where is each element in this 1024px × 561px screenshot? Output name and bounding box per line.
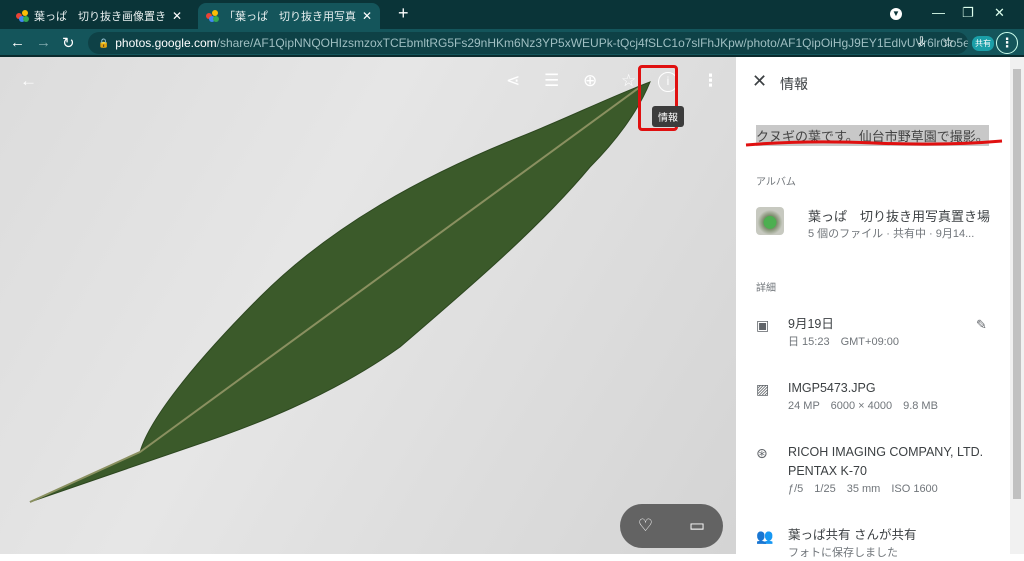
menu-icon[interactable]: ⋮ [996,32,1018,54]
action-pill: ♡ ▭ [620,504,723,548]
close-tab-icon[interactable]: ✕ [172,9,182,23]
info-tooltip: 情報 [652,106,684,127]
lock-icon: 🔒 [98,37,110,48]
shared-row: 👥 葉っぱ共有 さんが共有 フォトに保存しました [756,526,916,561]
camera-row: ⊛ RICOH IMAGING COMPANY, LTD. PENTAX K-7… [756,443,983,497]
shared-by: 葉っぱ共有 さんが共有 [788,528,917,542]
leaf-photo [29,81,651,503]
back-icon[interactable]: ← [10,34,25,51]
filename: IMGP5473.JPG [788,381,876,395]
album-name: 葉っぱ 切り抜き用写真置き場 [808,209,991,224]
photo-viewer: ← ⋖ ☰ ⊕ ☆ i ⋮ 情報 ♡ ▭ [0,57,736,554]
url-host: photos.google.com [115,36,217,50]
heart-icon[interactable]: ♡ [638,516,653,536]
album-meta: 5 個のファイル · 共有中 · 9月14... [808,228,975,240]
close-window-button[interactable]: ✕ [994,5,1005,21]
close-tab-icon[interactable]: ✕ [362,9,372,23]
install-icon[interactable]: ⇩ [916,34,927,50]
album-thumbnail [756,207,784,235]
people-icon: 👥 [756,528,774,544]
panel-title: 情報 [780,76,808,92]
back-arrow-icon[interactable]: ← [20,71,37,91]
comment-icon[interactable]: ▭ [689,516,705,536]
scrollbar-thumb[interactable] [1013,69,1021,499]
file-meta: 24 MP 6000 × 4000 9.8 MB [788,400,938,412]
profile-badge[interactable]: 共有 [972,36,994,51]
camera-model: PENTAX K-70 [788,464,867,478]
exposure: ƒ/5 1/25 35 mm ISO 1600 [788,483,938,495]
tab-label: 葉っぱ 切り抜き画像置き場 - Goo [34,11,166,23]
calendar-icon: ▣ [756,317,770,333]
date-row: ▣ 9月19日 日 15:23 GMT+09:00 [756,315,899,350]
url-path: /share/AF1QipNNQOHIzsmzoxTCEbmltRG5Fs29n… [216,36,968,50]
info-panel: ✕ 情報 クヌギの葉です。仙台市野草園で撮影。 アルバム 葉っぱ 切り抜き用写真… [736,57,1010,559]
media-icon[interactable]: ▼ [890,8,902,20]
address-bar[interactable]: 🔒 photos.google.com/share/AF1QipNNQOHIzs… [88,32,968,54]
file-row: ▨ IMGP5473.JPG 24 MP 6000 × 4000 9.8 MB [756,379,938,414]
tab-photo[interactable]: 「葉っぱ 切り抜き用写真置き場」の ✕ [198,3,381,29]
saved-status: フォトに保存しました [788,547,898,559]
restore-button[interactable]: ❐ [962,5,974,21]
more-options-icon[interactable]: ⋮ [702,71,719,91]
new-tab-button[interactable]: + [398,3,409,24]
close-info-icon[interactable]: ✕ [752,71,767,92]
reload-icon[interactable]: ↻ [62,34,75,52]
zoom-icon[interactable]: ⊕ [583,71,597,91]
google-photos-icon [206,10,219,22]
tab-label: 「葉っぱ 切り抜き用写真置き場」の [224,11,356,23]
edit-adjust-icon[interactable]: ☰ [544,71,559,91]
album-section-label: アルバム [756,177,796,188]
red-annotation-underline [745,139,1003,147]
time: 日 15:23 GMT+09:00 [788,336,899,348]
minimize-button[interactable]: — [932,5,945,20]
image-icon: ▨ [756,381,770,397]
camera-make: RICOH IMAGING COMPANY, LTD. [788,445,984,459]
browser-toolbar: ← → ↻ 🔒 photos.google.com/share/AF1QipNN… [0,29,1024,57]
bookmark-star-icon[interactable]: ☆ [942,34,955,51]
google-photos-icon [16,10,29,22]
share-icon[interactable]: ⋖ [506,71,520,91]
aperture-icon: ⊛ [756,445,768,461]
details-section-label: 詳細 [756,283,776,294]
tab-album[interactable]: 葉っぱ 切り抜き画像置き場 - Goo ✕ [8,3,190,29]
edit-pencil-icon[interactable]: ✎ [976,317,987,333]
forward-icon[interactable]: → [36,34,51,51]
date: 9月19日 [788,317,834,331]
favorite-star-icon[interactable]: ☆ [621,71,636,91]
scrollbar[interactable] [1010,57,1024,554]
tab-bar: 葉っぱ 切り抜き画像置き場 - Goo ✕ 「葉っぱ 切り抜き用写真置き場」の … [0,0,1024,29]
album-item[interactable]: 葉っぱ 切り抜き用写真置き場 5 個のファイル · 共有中 · 9月14... [756,207,990,242]
